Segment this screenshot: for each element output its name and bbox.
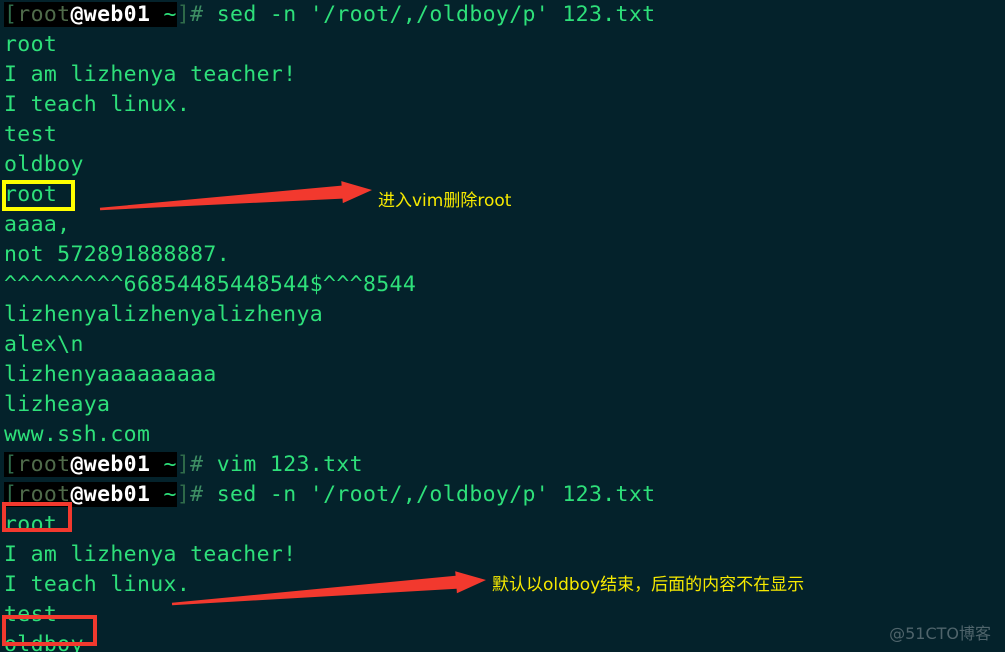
terminal-screen: [root@web01 ~]# sed -n '/root/,/oldboy/p… — [0, 0, 1005, 652]
terminal-output-line: I am lizhenya teacher! — [0, 60, 1005, 90]
terminal-output-text: lizhenyaaaaaaaaa — [4, 362, 217, 387]
terminal-output-text: root — [4, 32, 58, 57]
shell-prompt: [root@web01 ~ — [4, 482, 177, 507]
shell-prompt: [root@web01 ~ — [4, 2, 177, 27]
prompt-close-bracket: ] — [176, 452, 191, 477]
terminal-output-line: ^^^^^^^^^66854485448544$^^^8544 — [0, 270, 1005, 300]
terminal-command-text: vim 123.txt — [203, 452, 363, 477]
terminal-output-text: oldboy — [4, 632, 84, 652]
terminal-output-text: lizheaya — [4, 392, 111, 417]
note-vim-delete-root: 进入vim删除root — [378, 191, 512, 211]
terminal-output-text: root — [4, 182, 58, 207]
terminal-output-line: I am lizhenya teacher! — [0, 540, 1005, 570]
terminal-output-line: lizhenyaaaaaaaaa — [0, 360, 1005, 390]
prompt-cwd: ~ — [150, 452, 177, 477]
terminal-command-text: sed -n '/root/,/oldboy/p' 123.txt — [203, 482, 656, 507]
terminal-command-line: [root@web01 ~]# sed -n '/root/,/oldboy/p… — [0, 0, 1005, 30]
prompt-open-bracket: [ — [4, 452, 18, 477]
terminal-output-line: aaaa, — [0, 210, 1005, 240]
terminal-output-line: test — [0, 120, 1005, 150]
terminal-output-text: lizhenyalizhenyalizhenya — [4, 302, 324, 327]
prompt-close-bracket: ] — [176, 2, 191, 27]
terminal-output-line: lizheaya — [0, 390, 1005, 420]
terminal-output-text: aaaa, — [4, 212, 71, 237]
terminal-output-line: I teach linux. — [0, 90, 1005, 120]
prompt-host: @web01 — [70, 452, 151, 477]
terminal-output-line: oldboy — [0, 630, 1005, 652]
note-end-at-oldboy: 默认以oldboy结束，后面的内容不在显示 — [492, 575, 805, 595]
prompt-user: root — [17, 2, 71, 27]
prompt-host: @web01 — [70, 482, 151, 507]
prompt-cwd: ~ — [150, 2, 177, 27]
terminal-output-text: not 572891888887. — [4, 242, 230, 267]
prompt-user: root — [17, 452, 71, 477]
prompt-hash: # — [190, 482, 204, 507]
terminal-command-line: [root@web01 ~]# sed -n '/root/,/oldboy/p… — [0, 480, 1005, 510]
terminal-output-text: alex\n — [4, 332, 84, 357]
terminal-output-line: www.ssh.com — [0, 420, 1005, 450]
terminal-output-text: oldboy — [4, 152, 84, 177]
terminal-output-text: ^^^^^^^^^66854485448544$^^^8544 — [4, 272, 417, 297]
terminal-output-text: www.ssh.com — [4, 422, 151, 447]
terminal-output-line: root — [0, 30, 1005, 60]
terminal-output-text: I am lizhenya teacher! — [4, 542, 297, 567]
terminal-output-text: I am lizhenya teacher! — [4, 62, 297, 87]
terminal-output-line: alex\n — [0, 330, 1005, 360]
terminal-output-line: not 572891888887. — [0, 240, 1005, 270]
prompt-open-bracket: [ — [4, 482, 18, 507]
prompt-open-bracket: [ — [4, 2, 18, 27]
shell-prompt: [root@web01 ~ — [4, 452, 177, 477]
terminal-output-text: test — [4, 602, 58, 627]
terminal-output-text: root — [4, 512, 58, 537]
terminal-command-text: sed -n '/root/,/oldboy/p' 123.txt — [203, 2, 656, 27]
terminal-output-text: I teach linux. — [4, 572, 191, 597]
prompt-user: root — [17, 482, 71, 507]
terminal-output-line: lizhenyalizhenyalizhenya — [0, 300, 1005, 330]
terminal-output-area[interactable]: [root@web01 ~]# sed -n '/root/,/oldboy/p… — [0, 0, 1005, 652]
prompt-cwd: ~ — [150, 482, 177, 507]
prompt-hash: # — [190, 452, 204, 477]
terminal-output-text: test — [4, 122, 58, 147]
terminal-command-line: [root@web01 ~]# vim 123.txt — [0, 450, 1005, 480]
watermark: @51CTO博客 — [889, 624, 991, 643]
terminal-output-text: I teach linux. — [4, 92, 191, 117]
terminal-output-line: root — [0, 510, 1005, 540]
prompt-hash: # — [190, 2, 204, 27]
terminal-output-line: oldboy — [0, 150, 1005, 180]
prompt-host: @web01 — [70, 2, 151, 27]
prompt-close-bracket: ] — [176, 482, 191, 507]
terminal-output-line: test — [0, 600, 1005, 630]
